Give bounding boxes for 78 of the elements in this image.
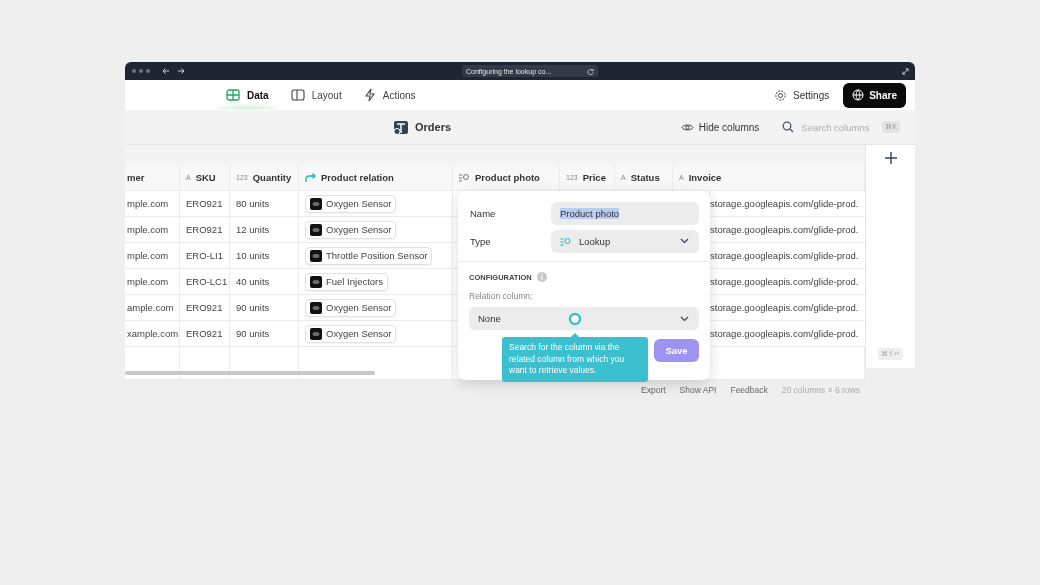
table-cell: 90 units — [230, 321, 299, 346]
table-cell: 12 units — [230, 217, 299, 242]
table-cell: ERO-LI1 — [180, 243, 230, 268]
table-cell: 10 units — [230, 243, 299, 268]
table-title: Orders — [415, 121, 452, 133]
table-cell: ample.com — [125, 295, 180, 320]
eye-icon — [680, 122, 694, 132]
expand-icon[interactable] — [902, 67, 909, 75]
relation-chip[interactable]: Oxygen Sensor — [305, 324, 397, 343]
table-cell-text: storage.googleapis.com/glide-prod. — [710, 249, 860, 263]
column-header[interactable]: Product photo — [453, 165, 560, 190]
table-summary: 20 columns × 6 rows — [781, 385, 860, 395]
plus-icon — [884, 152, 897, 164]
relation-chip[interactable]: Fuel Injectors — [305, 272, 389, 291]
table-cell: ERO-LC1 — [180, 269, 230, 294]
column-header[interactable]: Product relation — [299, 165, 453, 190]
table-cell-text: storage.googleapis.com/glide-prod. — [710, 223, 860, 237]
table-icon — [393, 119, 409, 135]
column-header[interactable]: mer — [125, 165, 180, 190]
relation-chip[interactable]: Throttle Position Sensor — [305, 246, 433, 265]
reload-icon[interactable] — [587, 67, 594, 75]
table-cell-text: storage.googleapis.com/glide-prod. — [710, 327, 860, 341]
thumbnail-icon — [310, 223, 322, 236]
table-cell: 40 units — [230, 269, 299, 294]
settings-button[interactable]: Settings — [768, 87, 836, 103]
lookup-icon — [459, 173, 470, 182]
table-cell: ERO921 — [180, 295, 230, 320]
forward-icon[interactable] — [177, 67, 185, 75]
chevron-down-icon — [680, 238, 689, 244]
name-field[interactable]: Product photo — [551, 201, 699, 225]
thumbnail-icon — [310, 197, 322, 210]
scrollbar[interactable] — [125, 371, 375, 375]
field-label: Type — [469, 235, 492, 247]
type-dropdown[interactable]: Lookup — [551, 229, 699, 253]
back-icon[interactable] — [162, 67, 170, 75]
field-label: Relation column: — [469, 291, 534, 301]
window-controls-icon[interactable] — [131, 68, 151, 74]
grid-icon — [226, 89, 240, 101]
table-cell: mple.com — [125, 269, 180, 294]
relation-arrow-icon — [305, 172, 316, 183]
settings-icon — [774, 88, 788, 102]
table-cell: xample.com — [125, 321, 180, 346]
thumbnail-icon — [310, 275, 322, 288]
footer-link[interactable]: Show API — [679, 385, 717, 395]
table-cell-text: storage.googleapis.com/glide-prod. — [710, 301, 860, 315]
table-cell: ERO921 — [180, 191, 230, 216]
footer-link[interactable]: Export — [641, 385, 666, 395]
thumbnail-icon — [310, 249, 322, 262]
relation-chip[interactable]: Oxygen Sensor — [305, 220, 397, 239]
field-label: Name — [469, 207, 497, 219]
search-field[interactable]: Search columns — [799, 120, 878, 134]
relation-chip[interactable]: Oxygen Sensor — [305, 194, 397, 213]
hide-columns-button[interactable]: Hide columns — [674, 120, 766, 134]
table-cell-text: storage.googleapis.com/glide-prod. — [710, 197, 860, 211]
thumbnail-icon — [310, 301, 322, 314]
lightning-icon — [363, 88, 376, 102]
table-cell: mple.com — [125, 217, 180, 242]
footer-link[interactable]: Feedback — [730, 385, 768, 395]
layout-icon — [290, 89, 305, 101]
thumbnail-icon — [310, 327, 322, 340]
chevron-down-icon — [680, 315, 689, 322]
table-cell: 80 units — [230, 191, 299, 216]
globe-icon — [852, 89, 865, 101]
table-cell: mple.com — [125, 243, 180, 268]
lookup-icon — [560, 236, 572, 246]
relation-dropdown[interactable]: None — [469, 307, 699, 330]
table-cell: mple.com — [125, 191, 180, 216]
pointer-ring-icon — [568, 312, 582, 326]
relation-chip[interactable]: Oxygen Sensor — [305, 298, 397, 317]
nav-tab[interactable]: Actions — [354, 81, 425, 109]
table-cell: ERO921 — [180, 217, 230, 242]
table-cell-text: storage.googleapis.com/glide-prod. — [710, 275, 860, 289]
search-icon — [782, 121, 795, 133]
share-button[interactable]: Share — [843, 82, 906, 108]
add-column-button[interactable] — [884, 152, 897, 164]
table-cell: ERO921 — [180, 321, 230, 346]
nav-tab[interactable]: Layout — [281, 81, 351, 109]
table-cell: 90 units — [230, 295, 299, 320]
